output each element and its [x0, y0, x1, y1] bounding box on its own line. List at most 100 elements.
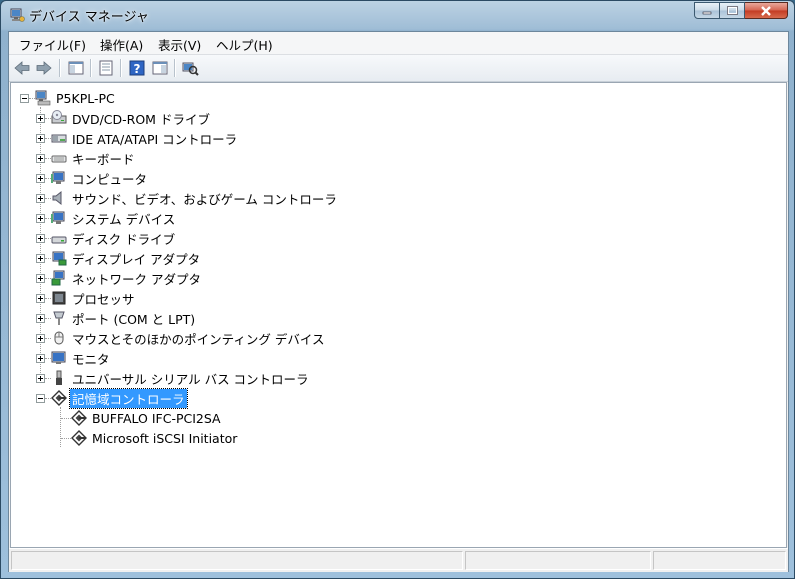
toolbar-separator — [59, 59, 61, 77]
tree-root-label: P5KPL-PC — [56, 90, 115, 106]
toolbar-separator — [174, 59, 176, 77]
tree-device-item[interactable]: Microsoft iSCSI Initiator — [71, 429, 239, 447]
help-icon[interactable]: ? — [128, 59, 146, 77]
tree-category-label: コンピュータ — [72, 171, 148, 187]
scan-hardware-icon[interactable] — [181, 59, 199, 77]
mouse-icon — [54, 331, 64, 345]
maximize-icon — [726, 6, 738, 15]
category-expand-toggle[interactable] — [36, 374, 45, 383]
tree-root[interactable]: P5KPL-PC — [35, 89, 117, 107]
maximize-button[interactable] — [720, 2, 745, 19]
tree-category-item[interactable]: システム デバイス — [51, 209, 177, 227]
tree-guide-line — [61, 418, 71, 419]
tree-guide-line — [60, 407, 61, 447]
storage-controller-icon — [71, 430, 87, 446]
tree-guide-line — [61, 438, 71, 439]
category-expand-toggle[interactable] — [36, 154, 45, 163]
dvd-drive-icon — [51, 110, 67, 124]
minimize-icon — [702, 11, 712, 14]
minimize-button[interactable] — [694, 2, 720, 19]
storage-controller-icon — [71, 410, 87, 426]
keyboard-icon — [51, 155, 67, 163]
status-pane-main — [11, 551, 463, 570]
category-expand-toggle[interactable] — [36, 394, 45, 403]
computer-monitor-icon — [51, 171, 65, 184]
menu-help[interactable]: ヘルプ(H) — [216, 35, 273, 54]
tree-category-label: DVD/CD-ROM ドライブ — [72, 111, 210, 127]
menu-view[interactable]: 表示(V) — [158, 35, 201, 54]
toolbar-separator — [90, 59, 92, 77]
tree-category-item[interactable]: プロセッサ — [51, 289, 137, 307]
speaker-icon — [52, 190, 62, 206]
category-expand-toggle[interactable] — [36, 234, 45, 243]
display-adapter-icon — [52, 251, 67, 266]
tree-category-item[interactable]: 記憶域コントローラ — [51, 387, 188, 409]
ide-controller-icon — [51, 134, 67, 143]
computer-icon — [35, 90, 51, 106]
processor-icon — [52, 291, 66, 305]
category-expand-toggle[interactable] — [36, 194, 45, 203]
back-icon[interactable] — [13, 59, 31, 77]
close-button[interactable] — [745, 2, 788, 19]
category-expand-toggle[interactable] — [36, 254, 45, 263]
category-expand-toggle[interactable] — [36, 134, 45, 143]
tree-category-item[interactable]: キーボード — [51, 149, 137, 167]
disk-drive-icon — [51, 236, 67, 244]
toolbar-separator — [120, 59, 122, 77]
tree-category-item[interactable]: ディスプレイ アダプタ — [51, 249, 202, 267]
tree-category-label: ポート (COM と LPT) — [72, 311, 196, 327]
tree-category-item[interactable]: ユニバーサル シリアル バス コントローラ — [51, 369, 311, 387]
tree-device-item[interactable]: BUFFALO IFC-PCI2SA — [71, 409, 223, 427]
tree-category-item[interactable]: DVD/CD-ROM ドライブ — [51, 109, 212, 127]
tree-category-label: IDE ATA/ATAPI コントローラ — [72, 131, 238, 147]
tree-category-item[interactable]: ネットワーク アダプタ — [51, 269, 203, 287]
tree-category-label: ディスク ドライブ — [72, 231, 176, 247]
monitor-icon — [51, 351, 66, 364]
tree-category-label: キーボード — [72, 151, 135, 167]
properties-icon[interactable] — [97, 59, 115, 77]
status-pane-2 — [465, 551, 651, 570]
category-expand-toggle[interactable] — [36, 274, 45, 283]
tree-category-item[interactable]: コンピュータ — [51, 169, 149, 187]
forward-icon[interactable] — [35, 59, 53, 77]
category-expand-toggle[interactable] — [36, 294, 45, 303]
usb-icon — [56, 370, 62, 385]
category-expand-toggle[interactable] — [36, 214, 45, 223]
device-manager-icon — [10, 8, 25, 22]
tree-category-item[interactable]: ポート (COM と LPT) — [51, 309, 197, 327]
show-hide-tree-icon[interactable] — [67, 59, 85, 77]
port-icon — [53, 311, 65, 325]
action-pane-icon[interactable] — [151, 59, 169, 77]
tree-category-item[interactable]: サウンド、ビデオ、およびゲーム コントローラ — [51, 189, 339, 207]
toolbar: ? — [9, 55, 788, 82]
menu-file[interactable]: ファイル(F) — [19, 35, 86, 54]
category-expand-toggle[interactable] — [36, 114, 45, 123]
tree-category-item[interactable]: マウスとそのほかのポインティング デバイス — [51, 329, 326, 347]
system-devices-icon — [51, 211, 65, 224]
tree-category-label: システム デバイス — [72, 211, 176, 227]
tree-category-label: マウスとそのほかのポインティング デバイス — [72, 331, 325, 347]
tree-category-label: プロセッサ — [72, 291, 135, 307]
tree-category-item[interactable]: モニタ — [51, 349, 112, 367]
window-title: デバイス マネージャ — [29, 10, 149, 25]
tree-category-label: ネットワーク アダプタ — [72, 271, 201, 287]
client-area: ファイル(F) 操作(A) 表示(V) ヘルプ(H) ? P5KPL-PC DV… — [8, 31, 789, 572]
category-expand-toggle[interactable] — [36, 334, 45, 343]
tree-category-label: 記憶域コントローラ — [69, 387, 188, 409]
status-pane-3 — [653, 551, 786, 570]
category-expand-toggle[interactable] — [36, 314, 45, 323]
device-manager-window: デバイス マネージャ ファイル(F) 操作(A) 表示(V) ヘルプ(H) ? … — [0, 0, 795, 579]
root-collapse-toggle[interactable] — [20, 94, 29, 103]
category-expand-toggle[interactable] — [36, 354, 45, 363]
tree-device-label: BUFFALO IFC-PCI2SA — [92, 410, 221, 426]
tree-category-item[interactable]: ディスク ドライブ — [51, 229, 177, 247]
network-adapter-icon — [51, 270, 65, 286]
tree-category-label: ユニバーサル シリアル バス コントローラ — [72, 371, 309, 387]
storage-controller-icon — [51, 390, 67, 406]
menu-action[interactable]: 操作(A) — [100, 35, 143, 54]
tree-device-label: Microsoft iSCSI Initiator — [92, 430, 238, 446]
device-tree[interactable]: P5KPL-PC DVD/CD-ROM ドライブ IDE ATA/ATAPI コン… — [10, 82, 787, 548]
category-expand-toggle[interactable] — [36, 174, 45, 183]
tree-category-item[interactable]: IDE ATA/ATAPI コントローラ — [51, 129, 239, 147]
title-bar[interactable]: デバイス マネージャ — [1, 1, 794, 29]
